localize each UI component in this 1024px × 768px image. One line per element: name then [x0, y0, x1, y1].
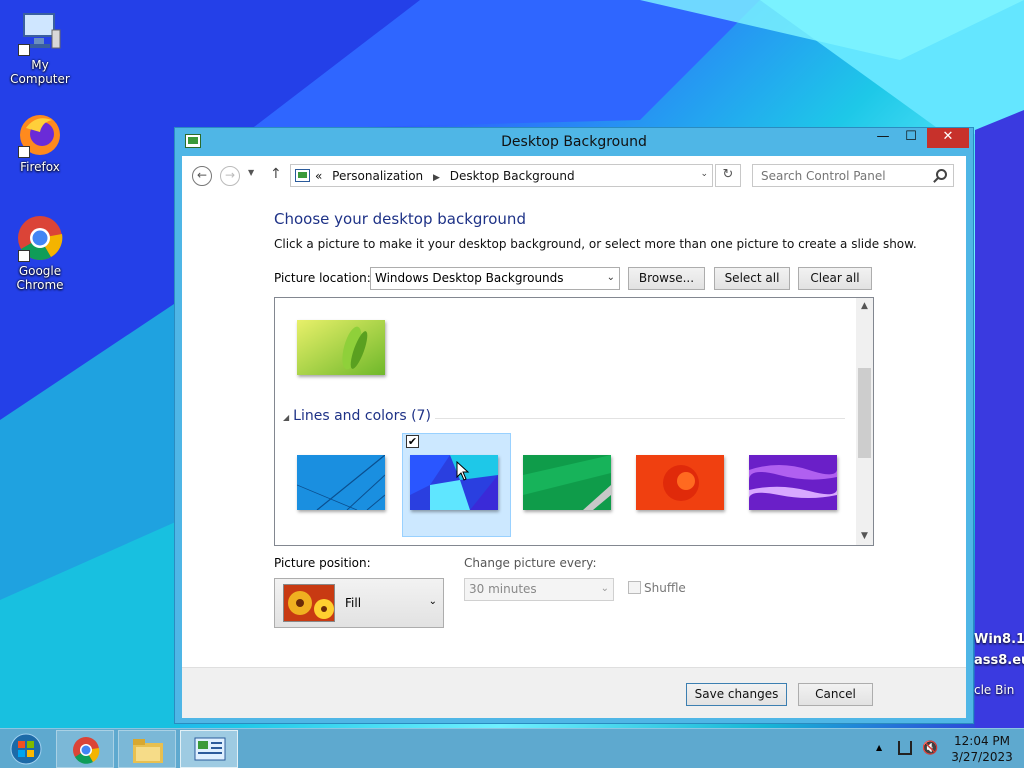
edge-text-recycle-bin[interactable]: cle Bin: [974, 683, 1014, 697]
chrome-icon: [73, 737, 100, 764]
desktop-icon-my-computer[interactable]: My Computer: [0, 8, 80, 86]
change-interval-select[interactable]: 30 minutes ⌄: [464, 578, 614, 601]
divider: [435, 418, 845, 419]
start-button[interactable]: [4, 732, 48, 766]
desktop-icon-google-chrome[interactable]: Google Chrome: [0, 214, 80, 292]
scroll-down-icon[interactable]: ▼: [856, 528, 873, 545]
picture-position-label: Picture position:: [274, 556, 371, 570]
up-button[interactable]: ↑: [270, 166, 282, 182]
dialog-footer: Save changes Cancel: [182, 667, 966, 718]
clock-date: 3/27/2023: [951, 750, 1013, 764]
chevron-down-icon: ⌄: [606, 272, 615, 283]
gallery-scrollbar[interactable]: ▲ ▼: [856, 298, 873, 545]
minimize-button[interactable]: —: [869, 128, 897, 148]
volume-muted-icon[interactable]: 🔇: [922, 741, 938, 756]
desktop-icon-label: My Computer: [10, 58, 70, 86]
collapse-arrow-icon[interactable]: ◢: [283, 413, 289, 422]
chrome-icon: [16, 214, 64, 262]
taskbar-file-explorer[interactable]: [118, 730, 176, 768]
change-interval-value: 30 minutes: [469, 582, 537, 596]
scroll-thumb[interactable]: [858, 368, 871, 458]
window-title: Desktop Background: [501, 134, 647, 150]
select-all-button[interactable]: Select all: [714, 267, 790, 290]
desktop-icon-label-line1: Google: [18, 264, 62, 278]
picture-position-select[interactable]: Fill ⌄: [274, 578, 444, 628]
forward-button[interactable]: →: [220, 166, 240, 186]
shuffle-label: Shuffle: [644, 581, 686, 595]
search-box[interactable]: [752, 164, 954, 187]
picture-position-value: Fill: [345, 596, 362, 610]
picture-location-select[interactable]: Windows Desktop Backgrounds ⌄: [370, 267, 620, 290]
search-input[interactable]: [761, 166, 931, 186]
picture-gallery: ◢ Lines and colors (7) ✔ ▲ ▼: [274, 297, 874, 546]
chevron-down-icon: ⌄: [428, 596, 437, 607]
browse-button[interactable]: Browse...: [628, 267, 705, 290]
desktop-icon-firefox[interactable]: Firefox: [0, 110, 80, 174]
wallpaper-thumb-orange-swirl[interactable]: [636, 455, 724, 510]
fill-preview-image: [283, 584, 335, 622]
show-hidden-icons-button[interactable]: ▲: [876, 743, 882, 752]
title-bar[interactable]: Desktop Background — ☐ ✕: [175, 128, 973, 156]
folder-icon: [133, 739, 163, 763]
checkbox-box[interactable]: [628, 581, 641, 594]
back-button[interactable]: ←: [192, 166, 212, 186]
edge-text-1: Win8.1: [974, 632, 1024, 647]
selected-checkbox[interactable]: ✔: [406, 435, 419, 448]
desktop-icon-label-line2: Chrome: [16, 278, 64, 292]
picture-location-value: Windows Desktop Backgrounds: [375, 271, 564, 285]
chevron-down-icon[interactable]: ⌄: [700, 169, 708, 179]
wallpaper-thumb-blue-lines[interactable]: [297, 455, 385, 510]
close-button[interactable]: ✕: [927, 128, 969, 148]
save-changes-button[interactable]: Save changes: [686, 683, 787, 706]
firefox-icon: [16, 110, 64, 158]
breadcrumb-desktop-background[interactable]: Desktop Background: [450, 169, 575, 183]
taskbar-chrome[interactable]: [56, 730, 114, 768]
maximize-button[interactable]: ☐: [897, 128, 925, 148]
control-panel-icon: [295, 169, 310, 182]
refresh-button[interactable]: ↻: [715, 164, 741, 187]
clear-all-button[interactable]: Clear all: [798, 267, 872, 290]
wallpaper-thumb-purple-waves[interactable]: [749, 455, 837, 510]
page-description: Click a picture to make it your desktop …: [274, 237, 917, 251]
my-computer-icon: [16, 8, 64, 56]
address-bar[interactable]: « Personalization ▶ Desktop Background ⌄: [290, 164, 713, 187]
cancel-button[interactable]: Cancel: [798, 683, 873, 706]
taskbar-control-panel[interactable]: [180, 730, 238, 768]
wallpaper-thumb-blue-shapes[interactable]: [410, 455, 498, 510]
recent-pages-dropdown[interactable]: ▼: [248, 168, 254, 177]
clock-time: 12:04 PM: [954, 734, 1010, 748]
page-title: Choose your desktop background: [274, 210, 526, 228]
desktop-background-window: Desktop Background — ☐ ✕ ← → ▼ ↑ « Perso…: [174, 127, 974, 724]
wallpaper-thumb-green-ribbons[interactable]: [523, 455, 611, 510]
windows-logo-icon: [10, 733, 42, 765]
mouse-cursor-icon: [456, 461, 470, 481]
breadcrumb: « Personalization ▶ Desktop Background: [315, 169, 581, 183]
wallpaper-thumb-green-leaves[interactable]: [297, 320, 385, 375]
control-panel-icon: [194, 737, 226, 761]
picture-location-label: Picture location:: [274, 271, 371, 285]
taskbar: ▲ 🔇 12:04 PM 3/27/2023: [0, 728, 1024, 768]
change-picture-label: Change picture every:: [464, 556, 597, 570]
desktop-icon-label: Firefox: [20, 160, 60, 174]
scroll-up-icon[interactable]: ▲: [856, 298, 873, 315]
breadcrumb-overflow[interactable]: «: [315, 169, 322, 183]
breadcrumb-personalization[interactable]: Personalization: [332, 169, 423, 183]
search-icon[interactable]: [936, 169, 947, 180]
system-clock[interactable]: 12:04 PM 3/27/2023: [944, 733, 1020, 765]
edge-text-2: ass8.eu: [974, 653, 1024, 668]
chevron-down-icon: ⌄: [600, 583, 609, 594]
group-lines-and-colors[interactable]: ◢ Lines and colors (7): [283, 408, 431, 424]
network-icon[interactable]: [898, 741, 912, 755]
chevron-right-icon[interactable]: ▶: [433, 173, 440, 183]
navigation-bar: ← → ▼ ↑ « Personalization ▶ Desktop Back…: [182, 156, 966, 194]
shuffle-checkbox[interactable]: Shuffle: [628, 581, 686, 595]
window-client: ← → ▼ ↑ « Personalization ▶ Desktop Back…: [182, 156, 966, 718]
group-title: Lines and colors (7): [293, 408, 431, 424]
